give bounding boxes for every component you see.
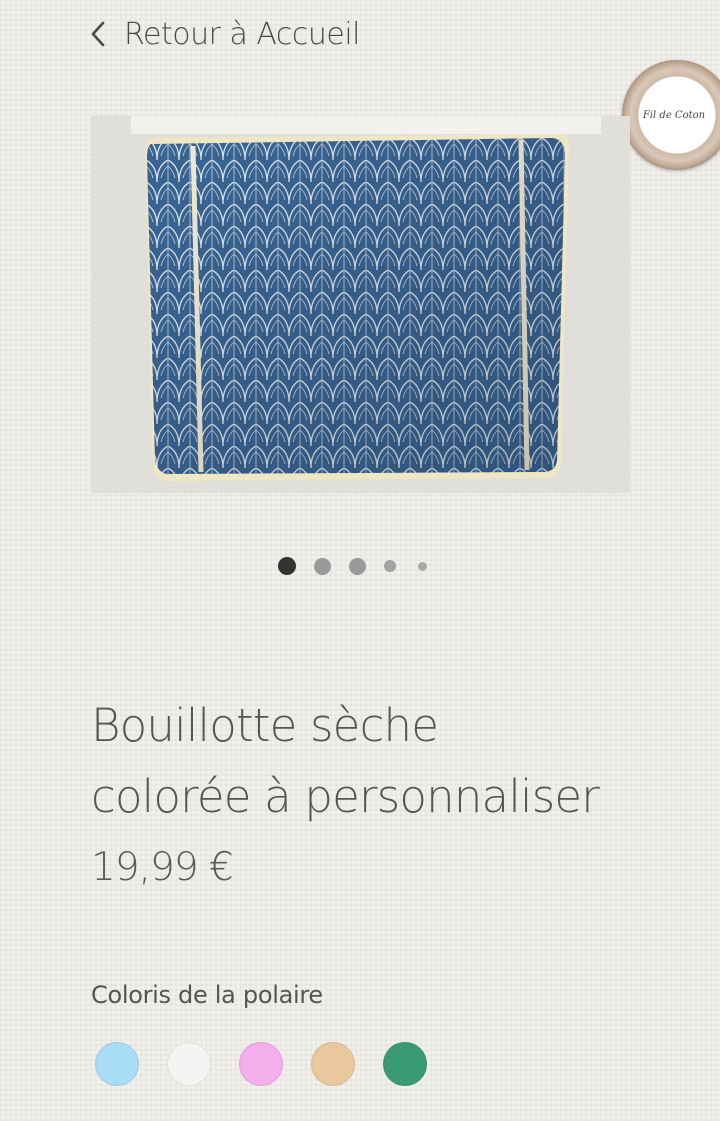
back-link[interactable]: Retour à Accueil [86,12,361,56]
product-price: 19,99 € [91,845,234,890]
swatch-light-blue[interactable] [95,1042,139,1086]
chevron-left-icon [86,19,110,49]
brand-logo-text: Fil de Coton [642,109,706,121]
carousel-dot-3[interactable] [349,557,366,575]
product-title-line-1: Bouillotte sèche [91,699,439,752]
carousel-indicators [278,556,445,576]
swatch-green[interactable] [383,1042,427,1086]
swatch-white[interactable] [167,1042,211,1086]
product-title: Bouillotte sèche colorée à personnaliser [91,690,651,832]
brand-logo[interactable]: Fil de Coton [622,60,720,170]
carousel-dot-4[interactable] [384,560,396,572]
swatch-beige[interactable] [311,1042,355,1086]
carousel-dot-5[interactable] [418,561,427,571]
back-link-label: Retour à Accueil [124,16,361,52]
carousel-dot-1-active[interactable] [278,557,296,575]
product-image[interactable] [91,116,630,493]
color-swatches [95,1042,455,1086]
carousel-dot-2[interactable] [314,557,331,575]
swatch-pink[interactable] [239,1042,283,1086]
colors-label: Coloris de la polaire [91,981,323,1009]
product-title-line-2: colorée à personnaliser [91,770,600,823]
